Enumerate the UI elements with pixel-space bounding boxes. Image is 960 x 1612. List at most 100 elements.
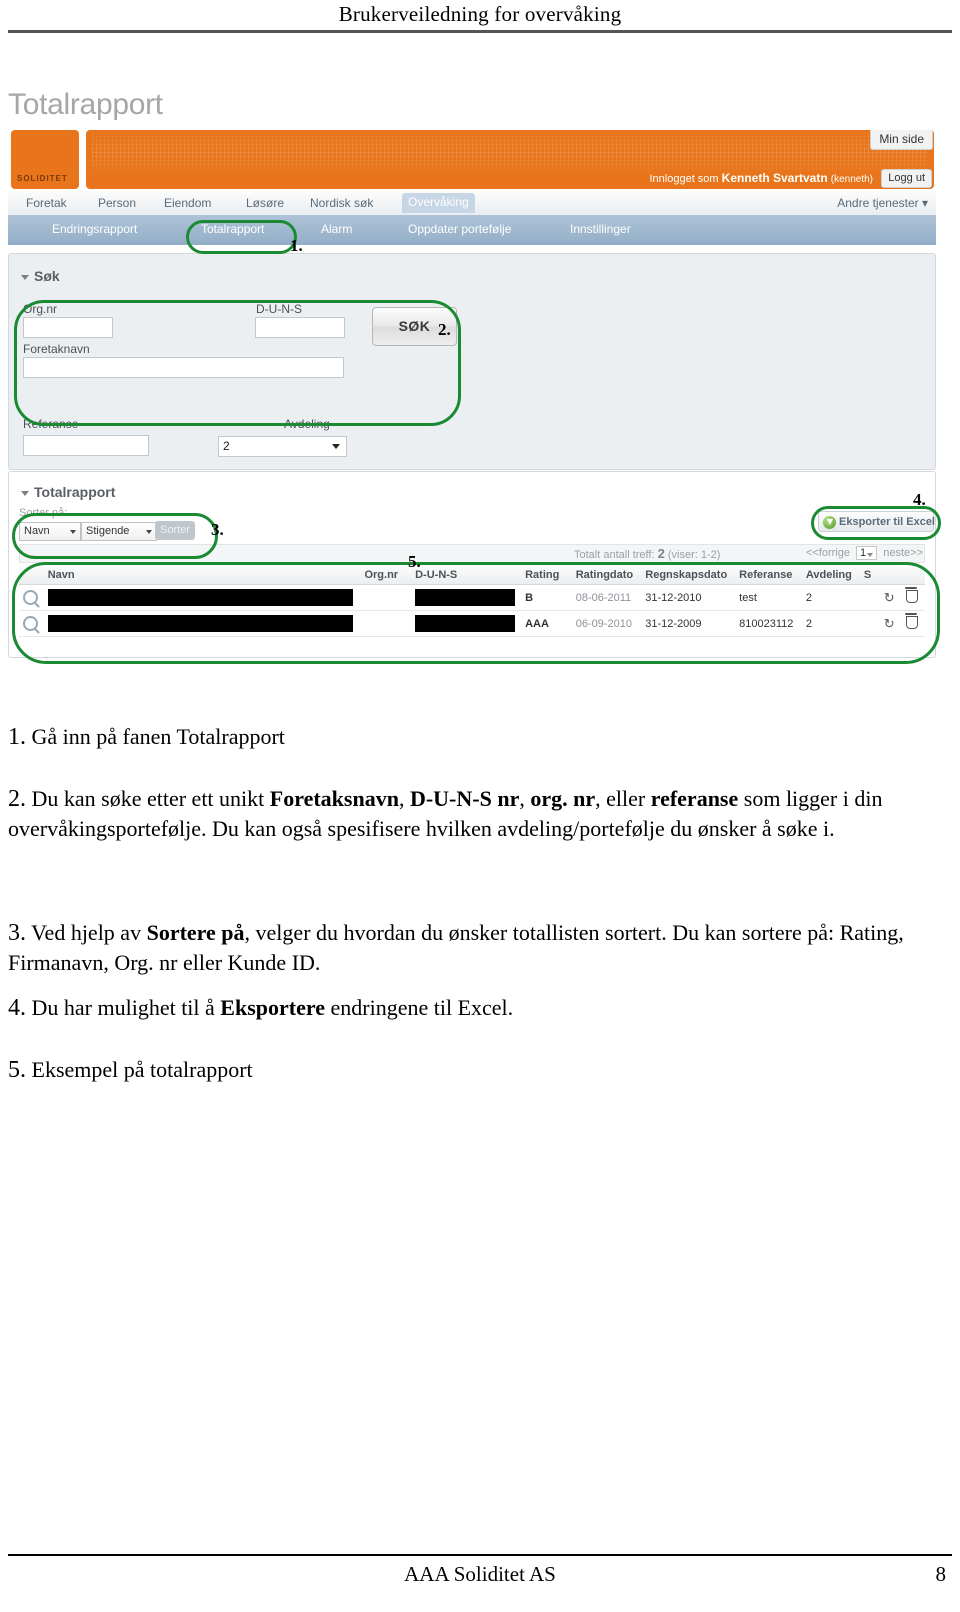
cell-regnskapsdato: 31-12-2010 <box>641 584 736 611</box>
callout-5: 5. <box>408 552 421 571</box>
totalrapport-panel: Totalrapport Sorter på: Navn Stigende So… <box>8 471 936 658</box>
nav-eiendom[interactable]: Eiendom <box>158 194 217 212</box>
column-header-orgnr[interactable]: Org.nr <box>360 566 412 585</box>
instruction-4-text: Du har mulighet til å Eksportere endring… <box>26 995 514 1020</box>
page-select[interactable]: 1 <box>856 546 878 560</box>
sort-field-select[interactable]: Navn <box>19 522 81 541</box>
cell-referanse: 810023112 <box>735 610 802 637</box>
primary-nav: Foretak Person Eiendom Løsøre Nordisk sø… <box>8 191 936 216</box>
instruction-4: 4. Du har mulighet til å Eksportere endr… <box>8 993 952 1023</box>
column-header-ratingdato[interactable]: Ratingdato <box>571 566 642 585</box>
instruction-1: 1. Gå inn på fanen Totalrapport <box>8 722 952 752</box>
sort-field-value: Navn <box>24 525 50 537</box>
cell-avdeling: 2 <box>801 584 860 611</box>
column-header-referanse[interactable]: Referanse <box>735 566 802 585</box>
referanse-label: Referanse <box>23 417 79 431</box>
secondary-nav: Endringsrapport Totalrapport Alarm Oppda… <box>8 215 936 245</box>
foretaknavn-input[interactable] <box>23 357 344 378</box>
nav-nordisk-sok[interactable]: Nordisk søk <box>304 194 379 212</box>
orgnr-input[interactable] <box>23 317 113 338</box>
instruction-5-text: Eksempel på totalrapport <box>26 1057 253 1082</box>
download-icon <box>823 516 836 529</box>
nav-andre-tjenester-label: Andre tjenester <box>837 196 919 210</box>
chevron-down-icon <box>146 530 152 534</box>
prev-page-link[interactable]: <<forrige <box>806 547 850 559</box>
redacted-value <box>47 589 353 606</box>
nav-overvaking[interactable]: Overvåking <box>402 193 475 213</box>
brand-bar: SOLIDITET Min side Innlogget som Kenneth… <box>8 128 936 191</box>
duns-input[interactable] <box>255 317 345 338</box>
logged-in-user: Kenneth Svartvatn <box>721 171 828 185</box>
column-header-duns[interactable]: D-U-N-S <box>411 566 522 585</box>
nav-losore[interactable]: Løsøre <box>240 194 290 212</box>
row-refresh-button[interactable]: ↻ <box>879 610 902 637</box>
redacted-value <box>415 589 516 606</box>
cell-duns <box>411 610 522 637</box>
subnav-innstillinger[interactable]: Innstillinger <box>570 222 631 236</box>
instruction-3: 3. Ved hjelp av Sortere på, velger du hv… <box>8 918 952 978</box>
document-header-title: Brukerveiledning for overvåking <box>338 2 622 26</box>
chevron-down-icon <box>332 444 340 449</box>
subnav-alarm[interactable]: Alarm <box>321 222 352 236</box>
column-header-avdeling[interactable]: Avdeling <box>801 566 860 585</box>
sort-order-value: Stigende <box>86 525 130 537</box>
table-row[interactable]: B 08-06-2011 31-12-2010 test 2 ↻ <box>19 584 925 611</box>
nav-person[interactable]: Person <box>92 194 142 212</box>
search-panel-title[interactable]: Søk <box>21 268 60 284</box>
sort-order-select[interactable]: Stigende <box>81 522 157 541</box>
logged-in-status: Innlogget som Kenneth Svartvatn (kenneth… <box>649 171 873 185</box>
subnav-endringsrapport[interactable]: Endringsrapport <box>52 222 137 236</box>
avdeling-select[interactable]: 2 <box>218 436 347 457</box>
table-row[interactable]: AAA 06-09-2010 31-12-2009 810023112 2 ↻ <box>19 610 925 637</box>
logout-button[interactable]: Logg ut <box>881 169 932 188</box>
application-screenshot: SOLIDITET Min side Innlogget som Kenneth… <box>8 128 941 664</box>
instruction-4-number: 4. <box>8 995 26 1021</box>
nav-andre-tjenester[interactable]: Andre tjenester ▾ <box>837 196 928 210</box>
instruction-2: 2. Du kan søke etter ett unikt Foretaksn… <box>8 784 952 844</box>
trash-icon <box>904 612 918 629</box>
referanse-input[interactable] <box>23 435 149 456</box>
totalrapport-panel-title[interactable]: Totalrapport <box>21 484 115 500</box>
column-header-navn[interactable]: Navn <box>43 566 361 585</box>
logged-in-prefix: Innlogget som <box>649 173 719 185</box>
subnav-oppdater-portefolje[interactable]: Oppdater portefølje <box>408 222 511 236</box>
search-panel-title-label: Søk <box>34 268 60 284</box>
nav-foretak[interactable]: Foretak <box>20 194 73 212</box>
result-count-label: Totalt antall treff: <box>574 549 655 561</box>
sort-label: Sorter på: <box>19 507 68 519</box>
row-delete-button[interactable] <box>901 584 925 611</box>
soliditet-logo: SOLIDITET <box>11 130 79 189</box>
cell-rating: B <box>521 584 572 611</box>
instruction-1-text: Gå inn på fanen Totalrapport <box>26 724 285 749</box>
column-header-rating[interactable]: Rating <box>521 566 572 585</box>
cell-avdeling: 2 <box>801 610 860 637</box>
min-side-button[interactable]: Min side <box>870 130 933 150</box>
callout-2: 2. <box>438 320 451 339</box>
row-refresh-button[interactable]: ↻ <box>879 584 902 611</box>
chevron-down-icon <box>867 553 874 557</box>
column-header-regnskapsdato[interactable]: Regnskapsdato <box>641 566 736 585</box>
cell-s <box>859 610 880 637</box>
instruction-5-number: 5. <box>8 1057 26 1083</box>
redacted-value <box>47 615 353 632</box>
column-header-s[interactable]: S <box>859 566 880 585</box>
subnav-totalrapport[interactable]: Totalrapport <box>201 222 264 236</box>
brand-pattern-graphic <box>92 132 928 172</box>
next-page-link[interactable]: neste>> <box>883 547 923 559</box>
cell-ratingdato: 08-06-2011 <box>571 584 642 611</box>
row-detail-button[interactable] <box>19 610 44 637</box>
cell-regnskapsdato: 31-12-2009 <box>641 610 736 637</box>
search-panel: Søk Org.nr D-U-N-S SØK Foretaknavn Refer… <box>8 253 936 470</box>
export-excel-button[interactable]: Eksporter til Excel <box>818 511 935 532</box>
column-header-delete <box>901 566 925 585</box>
cell-orgnr <box>360 610 412 637</box>
instruction-5: 5. Eksempel på totalrapport <box>8 1055 952 1085</box>
row-delete-button[interactable] <box>901 610 925 637</box>
cell-orgnr <box>360 584 412 611</box>
row-detail-button[interactable] <box>19 584 44 611</box>
cell-duns <box>411 584 522 611</box>
avdeling-select-value: 2 <box>223 439 230 453</box>
chevron-down-icon <box>70 530 76 534</box>
sort-button[interactable]: Sorter <box>155 521 195 540</box>
result-count-value: 2 <box>657 546 665 561</box>
